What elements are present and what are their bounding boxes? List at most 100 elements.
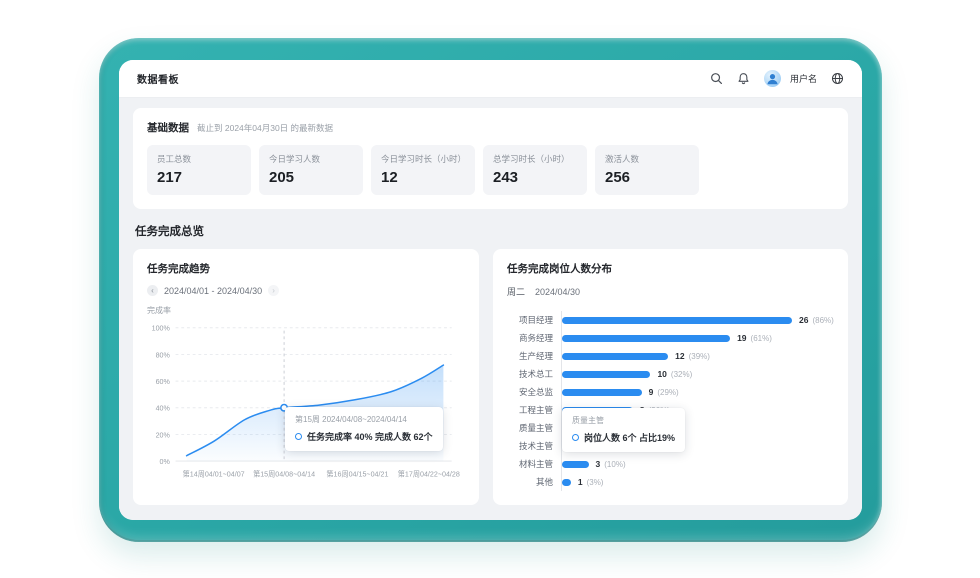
x-tick: 第16周04/15~04/21 bbox=[326, 469, 388, 478]
bar-percent: (10%) bbox=[604, 460, 625, 469]
section-title: 任务完成总览 bbox=[135, 223, 846, 239]
bar-value: 10 bbox=[657, 369, 666, 379]
basic-data-subtitle: 截止到 2024年04月30日 的最新数据 bbox=[197, 122, 333, 134]
bar-percent: (29%) bbox=[657, 388, 678, 397]
bar bbox=[562, 389, 642, 396]
stat-label: 今日学习时长（小时） bbox=[381, 153, 465, 165]
bar-value: 12 bbox=[675, 351, 684, 361]
tooltip-detail: 岗位人数 6个 占比19% bbox=[584, 431, 675, 444]
stat-total-hours: 总学习时长（小时） 243 bbox=[483, 145, 587, 195]
bar bbox=[562, 353, 668, 360]
bar-category-label: 技术主管 bbox=[507, 440, 561, 452]
bar bbox=[562, 335, 730, 342]
bar-value: 9 bbox=[649, 387, 654, 397]
bar-row[interactable]: 安全总监9(29%) bbox=[507, 383, 834, 401]
distribution-chart-card: 任务完成岗位人数分布 周二 2024/04/30 项目经理 26 (86%) 商务经理… bbox=[493, 249, 848, 505]
charts-row: 任务完成趋势 ‹ 2024/04/01 - 2024/04/30 › 完成率 bbox=[133, 249, 848, 505]
bar-row[interactable]: 商务经理19(61%) bbox=[507, 329, 834, 347]
trend-tooltip: 第15周 2024/04/08~2024/04/14 任务完成率 40% 完成人… bbox=[285, 407, 443, 451]
top-bar: 数据看板 bbox=[119, 60, 862, 98]
stat-value: 217 bbox=[157, 169, 241, 186]
bar-category-label: 质量主管 bbox=[507, 422, 561, 434]
trend-chart-card: 任务完成趋势 ‹ 2024/04/01 - 2024/04/30 › 完成率 bbox=[133, 249, 479, 505]
bar-category-label: 其他 bbox=[507, 476, 561, 488]
bell-icon[interactable] bbox=[737, 72, 751, 86]
user-avatar[interactable] bbox=[764, 70, 781, 87]
dashboard-content: 基础数据 截止到 2024年04月30日 的最新数据 员工总数 217 今日学习… bbox=[119, 98, 862, 520]
stat-label: 员工总数 bbox=[157, 153, 241, 165]
bar-row[interactable]: 材料主管3(10%) bbox=[507, 455, 834, 473]
bar-track: 19(61%) bbox=[561, 329, 834, 347]
bar-category-label: 项目经理 bbox=[507, 314, 561, 326]
globe-language-icon[interactable] bbox=[830, 72, 844, 86]
bar-track: 26 (86%) bbox=[561, 311, 834, 329]
bar-percent: (86%) bbox=[812, 316, 833, 325]
bar-track: 1 (3%) bbox=[561, 473, 834, 491]
bar-value: 1 bbox=[578, 477, 583, 487]
top-actions: 用户名 bbox=[710, 70, 844, 87]
y-tick: 20% bbox=[156, 431, 171, 439]
tooltip-series-dot bbox=[295, 433, 302, 440]
bar-category-label: 材料主管 bbox=[507, 458, 561, 470]
stat-cards: 员工总数 217 今日学习人数 205 今日学习时长（小时） 12 总学习时长（… bbox=[147, 145, 834, 195]
date-range-label: 2024/04/01 - 2024/04/30 bbox=[164, 286, 262, 296]
bar-track: 12(39%) bbox=[561, 347, 834, 365]
bar-category-label: 生产经理 bbox=[507, 350, 561, 362]
bar bbox=[562, 371, 650, 378]
y-tick: 80% bbox=[156, 351, 171, 359]
y-tick: 40% bbox=[156, 405, 171, 413]
bar bbox=[562, 479, 571, 486]
stat-label: 今日学习人数 bbox=[269, 153, 353, 165]
bar-row[interactable]: 项目经理 26 (86%) bbox=[507, 311, 834, 329]
tooltip-detail: 任务完成率 40% 完成人数 62个 bbox=[307, 430, 433, 443]
tooltip-title: 质量主管 bbox=[572, 415, 675, 426]
y-tick: 0% bbox=[160, 458, 171, 466]
bar-value: 19 bbox=[737, 333, 746, 343]
x-tick: 第17周04/22~04/28 bbox=[398, 469, 460, 478]
next-period-button[interactable]: › bbox=[268, 285, 279, 296]
x-tick: 第15周04/08~04/14 bbox=[253, 469, 315, 478]
trend-chart-title: 任务完成趋势 bbox=[147, 261, 465, 276]
bar-track: 9(29%) bbox=[561, 383, 834, 401]
stat-label: 总学习时长（小时） bbox=[493, 153, 577, 165]
tablet-device-frame: 数据看板 bbox=[99, 38, 882, 542]
bar-percent: (3%) bbox=[587, 478, 604, 487]
y-tick: 100% bbox=[152, 325, 171, 333]
stat-today-learners: 今日学习人数 205 bbox=[259, 145, 363, 195]
bar bbox=[562, 461, 589, 468]
bar-track: 3(10%) bbox=[561, 455, 834, 473]
stat-label: 激活人数 bbox=[605, 153, 689, 165]
stat-value: 12 bbox=[381, 169, 465, 186]
y-axis-label: 完成率 bbox=[147, 305, 465, 316]
distribution-tooltip: 质量主管 岗位人数 6个 占比19% bbox=[562, 408, 685, 452]
trend-line-chart[interactable]: 0% 20% 40% 60% 80% 100% 第14周04/01~04/ bbox=[147, 318, 465, 488]
bar-chart[interactable]: 项目经理26(86%)商务经理19(61%)生产经理12(39%)技术总工10(… bbox=[507, 311, 834, 491]
bar-row[interactable]: 技术总工 10 (32%) bbox=[507, 365, 834, 383]
bar-value: 3 bbox=[596, 459, 601, 469]
bar-row[interactable]: 生产经理12(39%) bbox=[507, 347, 834, 365]
basic-data-card: 基础数据 截止到 2024年04月30日 的最新数据 员工总数 217 今日学习… bbox=[133, 108, 848, 209]
stat-today-hours: 今日学习时长（小时） 12 bbox=[371, 145, 475, 195]
bar-row[interactable]: 其他 1 (3%) bbox=[507, 473, 834, 491]
weekday-label: 周二 bbox=[507, 285, 525, 298]
stat-value: 243 bbox=[493, 169, 577, 186]
bar-value: 26 bbox=[799, 315, 808, 325]
basic-data-title: 基础数据 bbox=[147, 120, 189, 135]
stat-activated-users: 激活人数 256 bbox=[595, 145, 699, 195]
bar-track: 10 (32%) bbox=[561, 365, 834, 383]
tooltip-title: 第15周 2024/04/08~2024/04/14 bbox=[295, 414, 433, 425]
username-label[interactable]: 用户名 bbox=[790, 72, 817, 85]
bar-category-label: 工程主管 bbox=[507, 404, 561, 416]
tooltip-series-dot bbox=[572, 434, 579, 441]
distribution-chart-title: 任务完成岗位人数分布 bbox=[507, 261, 834, 276]
bar-category-label: 商务经理 bbox=[507, 332, 561, 344]
stat-value: 256 bbox=[605, 169, 689, 186]
search-icon[interactable] bbox=[710, 72, 724, 86]
distribution-date-label: 2024/04/30 bbox=[535, 287, 580, 297]
bar bbox=[562, 317, 792, 324]
page-title: 数据看板 bbox=[137, 71, 179, 86]
bar-category-label: 技术总工 bbox=[507, 368, 561, 380]
bar-percent: (32%) bbox=[671, 370, 692, 379]
y-tick: 60% bbox=[156, 378, 171, 386]
prev-period-button[interactable]: ‹ bbox=[147, 285, 158, 296]
